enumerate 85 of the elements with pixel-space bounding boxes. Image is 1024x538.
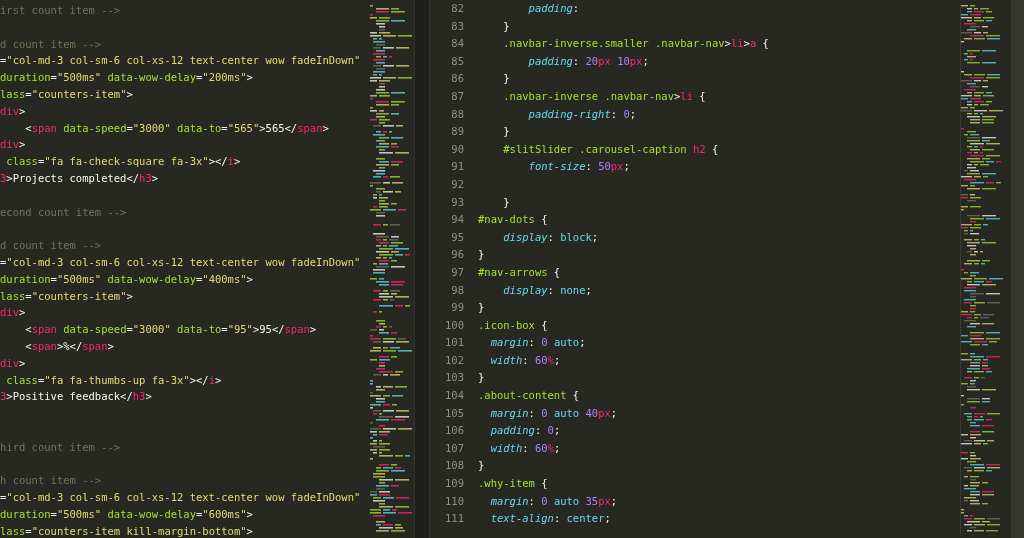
code-line: d count item --> [0,36,102,52]
code-line: } [478,370,485,386]
code-line: <span>%</span> [25,338,114,354]
line-number: 106 [444,423,464,439]
code-line: div> [0,305,26,321]
code-line: .icon-box { [478,317,548,333]
code-line: duration="500ms" data-wow-delay="400ms"> [0,271,253,287]
code-line: } [478,458,485,474]
line-number: 82 [450,1,464,16]
code-line: } [503,71,510,87]
code-line: class="fa fa-thumbs-up fa-3x"></i> [6,372,222,388]
line-number: 96 [450,247,464,263]
code-line: width: 60%; [490,352,561,368]
line-number: 97 [450,264,464,280]
line-number: 107 [444,440,464,456]
code-line: padding: 20px 10px; [528,53,649,69]
code-line: #nav-dots { [478,212,548,228]
code-line: } [503,124,510,140]
line-number: 93 [450,194,464,210]
code-line: duration="500ms" data-wow-delay="600ms"> [0,506,253,522]
code-line: } [503,18,510,34]
code-line: padding: 0; [490,423,561,439]
code-line: irst count item --> [0,3,121,18]
code-line: lass="counters-item"> [0,288,133,304]
code-line: d count item --> [0,238,102,254]
code-line: .about-content { [478,388,580,404]
line-number: 99 [450,300,464,316]
line-number: 105 [444,405,464,421]
code-line: .why-item { [478,476,548,492]
line-number: 108 [444,458,464,474]
code-line: margin: 0 auto 40px; [490,405,618,421]
code-line: } [478,247,485,263]
code-line: div> [0,137,26,153]
line-number: 87 [450,88,464,104]
code-line: ="col-md-3 col-sm-6 col-xs-12 text-center wow fadeInDown" [0,490,361,506]
code-line: padding: [528,1,580,16]
line-number: 98 [450,282,464,298]
line-number: 92 [450,176,464,192]
line-number: 83 [450,18,464,34]
code-line: margin: 0 auto 35px; [490,493,618,509]
code-line: ="col-md-3 col-sm-6 col-xs-12 text-center wow fadeInDown" [0,254,361,270]
code-line: 3>Projects completed</h3> [0,170,159,186]
line-number: 85 [450,53,464,69]
code-line: font-size: 50px; [528,159,630,175]
code-line: width: 60%; [490,440,561,456]
code-line: div> [0,355,26,371]
line-number: 90 [450,141,464,157]
code-line: div> [0,103,26,119]
line-number: 101 [444,335,464,351]
code-line: lass="counters-item kill-margin-bottom"> [0,523,253,538]
code-line: <span data-speed="3000" data-to="565">565</span> [25,120,329,136]
code-line: .navbar-inverse.smaller .navbar-nav>li>a { [503,36,769,52]
line-number: 100 [444,317,464,333]
line-number: 110 [444,493,464,509]
code-line: duration="500ms" data-wow-delay="200ms"> [0,70,253,86]
line-number: 89 [450,124,464,140]
line-number: 91 [450,159,464,175]
line-number: 111 [444,511,464,527]
code-line: } [503,194,510,210]
code-line: #slitSlider .carousel-caption h2 { [503,141,719,157]
code-line: text-align: center; [490,511,611,527]
line-number: 88 [450,106,464,122]
line-number: 95 [450,229,464,245]
code-line: lass="counters-item"> [0,87,133,102]
code-line: } [478,300,485,316]
code-line: .navbar-inverse .navbar-nav>li { [503,88,706,104]
code-line: margin: 0 auto; [490,335,586,351]
code-line: hird count item --> [0,439,121,455]
code-line: #nav-arrows { [478,264,561,280]
code-line: 3>Positive feedback</h3> [0,389,152,405]
code-line: h count item --> [0,473,102,489]
line-number: 94 [450,212,464,228]
code-line: econd count item --> [0,204,127,220]
line-number: 104 [444,388,464,404]
code-line: ="col-md-3 col-sm-6 col-xs-12 text-center wow fadeInDown" [0,53,361,69]
code-line: <span data-speed="3000" data-to="95">95</span> [25,322,317,338]
line-number: 84 [450,36,464,52]
code-line: padding-right: 0; [528,106,637,122]
line-number: 102 [444,352,464,368]
line-number: 86 [450,71,464,87]
line-number: 103 [444,370,464,386]
code-line: display: block; [503,229,599,245]
code-line: display: none; [503,282,592,298]
line-number: 109 [444,476,464,492]
code-line: class="fa fa-check-square fa-3x"></i> [6,154,241,170]
